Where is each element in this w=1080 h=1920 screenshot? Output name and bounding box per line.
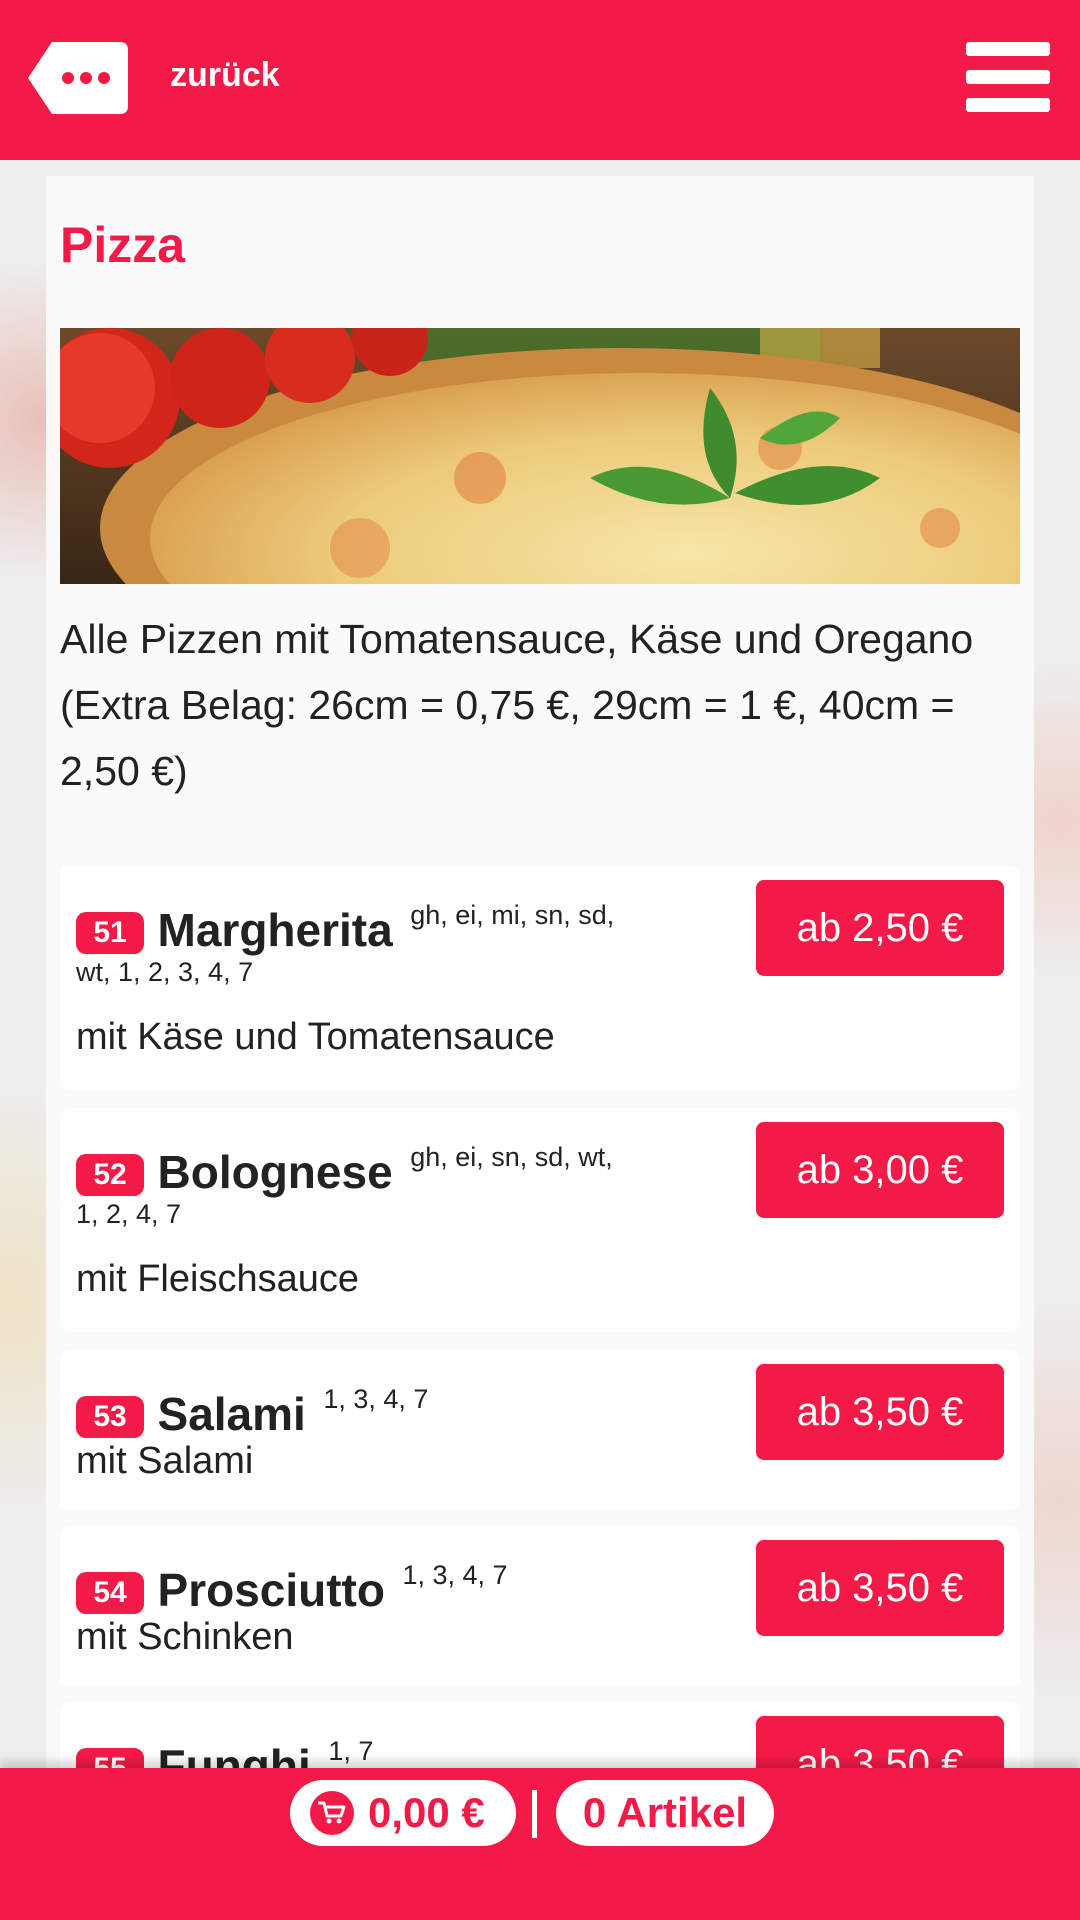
item-description: mit Salami: [76, 1440, 254, 1482]
shopping-cart-icon: [310, 1791, 354, 1835]
category-description: Alle Pizzen mit Tomatensauce, Käse und O…: [60, 616, 974, 794]
item-number-badge: 54: [76, 1572, 144, 1614]
add-to-cart-button[interactable]: ab 3,50 €: [756, 1364, 1004, 1460]
back-button[interactable]: [28, 42, 128, 114]
back-arrow-icon: [28, 42, 128, 114]
item-description: mit Schinken: [76, 1616, 294, 1658]
add-to-cart-button[interactable]: ab 3,00 €: [756, 1122, 1004, 1218]
item-allergens: gh, ei, sn, sd, wt,: [410, 1142, 613, 1172]
top-bar: zurück: [0, 0, 1080, 160]
item-name: Salami: [157, 1388, 306, 1440]
item-allergens-cont: wt, 1, 2, 3, 4, 7: [76, 957, 254, 987]
menu-item-54: 54 Prosciutto 1, 3, 4, 7 mit Schinken ab…: [60, 1526, 1020, 1686]
item-number-badge: 51: [76, 912, 144, 954]
menu-item-52: 52 Bolognese gh, ei, sn, sd, wt, 1, 2, 4…: [60, 1108, 1020, 1332]
add-to-cart-button[interactable]: ab 3,50 €: [756, 1540, 1004, 1636]
page-title: Pizza: [60, 217, 186, 273]
item-number-badge: 53: [76, 1396, 144, 1438]
item-allergens-cont: 1, 2, 4, 7: [76, 1199, 182, 1229]
item-number-badge: 52: [76, 1154, 144, 1196]
menu-item-51: 51 Margherita gh, ei, mi, sn, sd, wt, 1,…: [60, 866, 1020, 1090]
pizza-hero-image: [60, 328, 1020, 584]
hamburger-menu-icon[interactable]: [966, 40, 1050, 112]
item-name: Margherita: [157, 904, 393, 956]
item-allergens: 1, 3, 4, 7: [402, 1560, 508, 1590]
back-label[interactable]: zurück: [170, 56, 280, 95]
add-to-cart-button[interactable]: ab 3,50 €: [756, 1716, 1004, 1776]
cart-total-button[interactable]: 0,00 €: [290, 1780, 516, 1846]
item-allergens: 1, 7: [328, 1736, 374, 1766]
cart-bar: 0,00 € 0 Artikel: [0, 1768, 1080, 1920]
item-name: Prosciutto: [157, 1564, 385, 1616]
add-to-cart-button[interactable]: ab 2,50 €: [756, 880, 1004, 976]
item-allergens: 1, 3, 4, 7: [323, 1384, 429, 1414]
item-name: Bolognese: [157, 1146, 393, 1198]
footer-divider: [532, 1790, 537, 1838]
item-description: mit Käse und Tomatensauce: [76, 1016, 555, 1058]
menu-item-53: 53 Salami 1, 3, 4, 7 mit Salami ab 3,50 …: [60, 1350, 1020, 1510]
menu-item-55: 55 Funghi 1, 7 ab 3,50 €: [60, 1702, 1020, 1776]
item-allergens: gh, ei, mi, sn, sd,: [410, 900, 615, 930]
cart-total-amount: 0,00 €: [368, 1789, 485, 1836]
item-description: mit Fleischsauce: [76, 1258, 359, 1300]
category-panel: Pizza Alle Pizzen mit Tomatensauce, Käse…: [46, 176, 1034, 1776]
cart-item-count[interactable]: 0 Artikel: [556, 1780, 774, 1846]
